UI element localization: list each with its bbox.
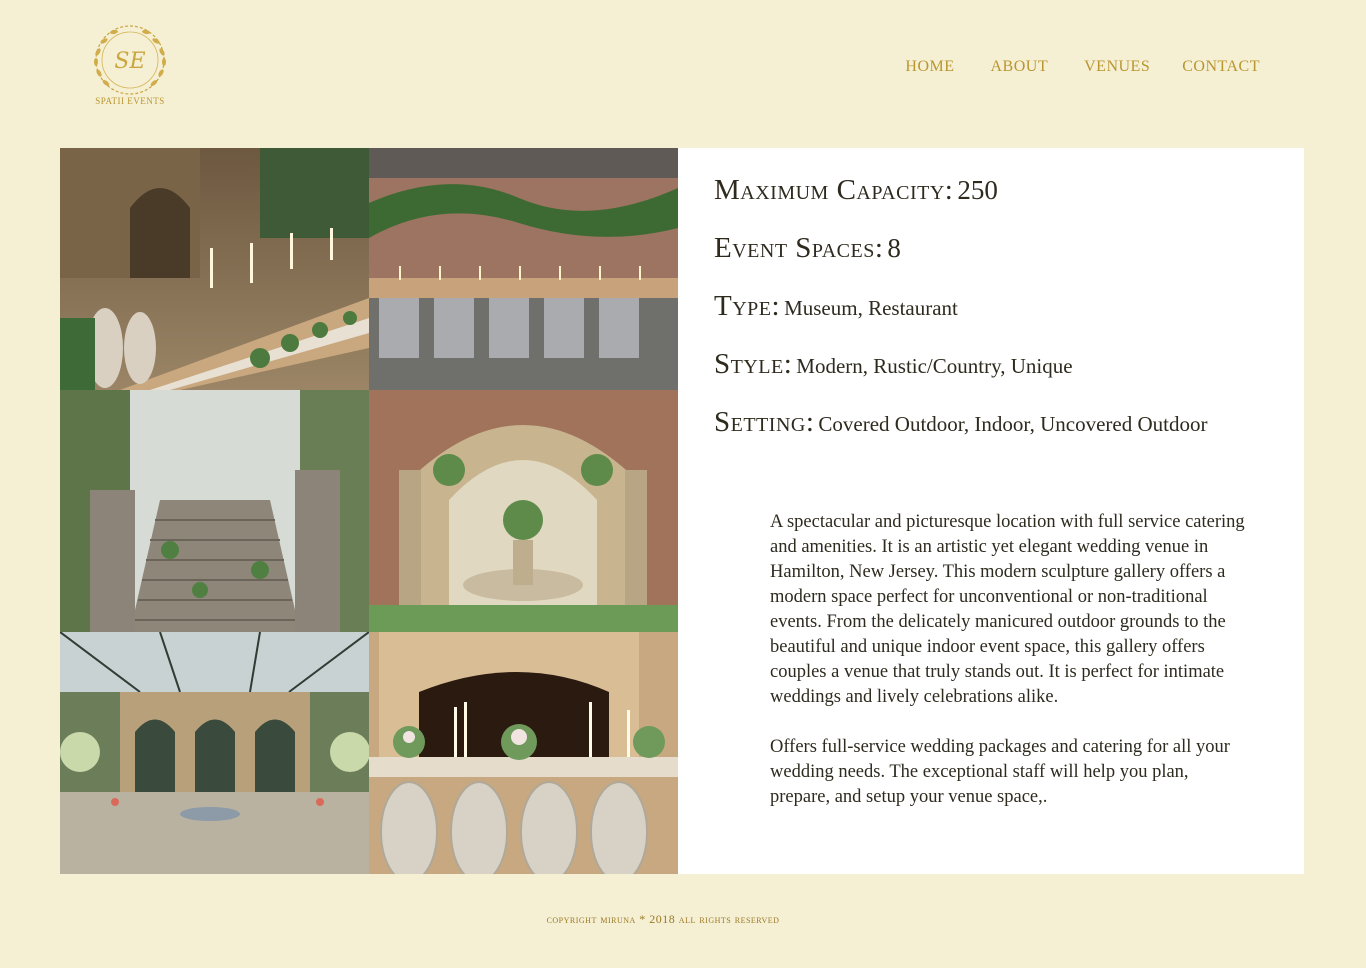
- main-nav: HOME ABOUT VENUES CONTACT: [905, 58, 1260, 76]
- description-paragraph: Offers full-service wedding packages and…: [770, 737, 1230, 807]
- nav-home-link[interactable]: HOME: [905, 58, 954, 76]
- fact-setting: Setting: Covered Outdoor, Indoor, Uncove…: [714, 406, 1294, 464]
- nav-contact-link[interactable]: CONTACT: [1182, 58, 1260, 76]
- capacity-value: 250: [957, 175, 998, 205]
- footer-copyright: copyright miruna * 2018 all rights reser…: [546, 912, 780, 926]
- nav-venues-link[interactable]: VENUES: [1084, 58, 1150, 76]
- venue-facts: Maximum Capacity: 250 Event Spaces: 8 Ty…: [714, 174, 1294, 464]
- venue-description: A spectacular and picturesque location w…: [770, 510, 1250, 835]
- venue-photo-gallery: [60, 148, 678, 874]
- venue-details-panel: Maximum Capacity: 250 Event Spaces: 8 Ty…: [678, 148, 1304, 874]
- photo-industrial-brick-room[interactable]: [369, 148, 678, 390]
- setting-value: Covered Outdoor, Indoor, Uncovered Outdo…: [818, 412, 1208, 436]
- fact-type: Type: Museum, Restaurant: [714, 290, 1294, 348]
- type-value: Museum, Restaurant: [784, 296, 958, 320]
- type-label: Type:: [714, 290, 781, 322]
- setting-label: Setting:: [714, 406, 815, 438]
- photo-stone-fireplace[interactable]: [369, 632, 678, 874]
- event-spaces-value: 8: [887, 233, 901, 263]
- photo-candlelit-table[interactable]: [60, 148, 369, 390]
- logo-monogram: SE: [114, 49, 145, 74]
- fact-capacity: Maximum Capacity: 250: [714, 174, 1294, 232]
- event-spaces-label: Event Spaces:: [714, 232, 884, 264]
- style-value: Modern, Rustic/Country, Unique: [796, 354, 1073, 378]
- capacity-label: Maximum Capacity:: [714, 174, 954, 206]
- nav-about-link[interactable]: ABOUT: [991, 58, 1049, 76]
- logo-caption: SPATII EVENTS: [95, 96, 165, 106]
- style-label: Style:: [714, 348, 793, 380]
- description-paragraph: A spectacular and picturesque location w…: [770, 512, 1245, 707]
- fact-style: Style: Modern, Rustic/Country, Unique: [714, 348, 1294, 406]
- fact-event-spaces: Event Spaces: 8: [714, 232, 1294, 290]
- photo-arched-colonnade[interactable]: [369, 390, 678, 632]
- photo-glass-conservatory[interactable]: [60, 632, 369, 874]
- photo-stone-staircase[interactable]: [60, 390, 369, 632]
